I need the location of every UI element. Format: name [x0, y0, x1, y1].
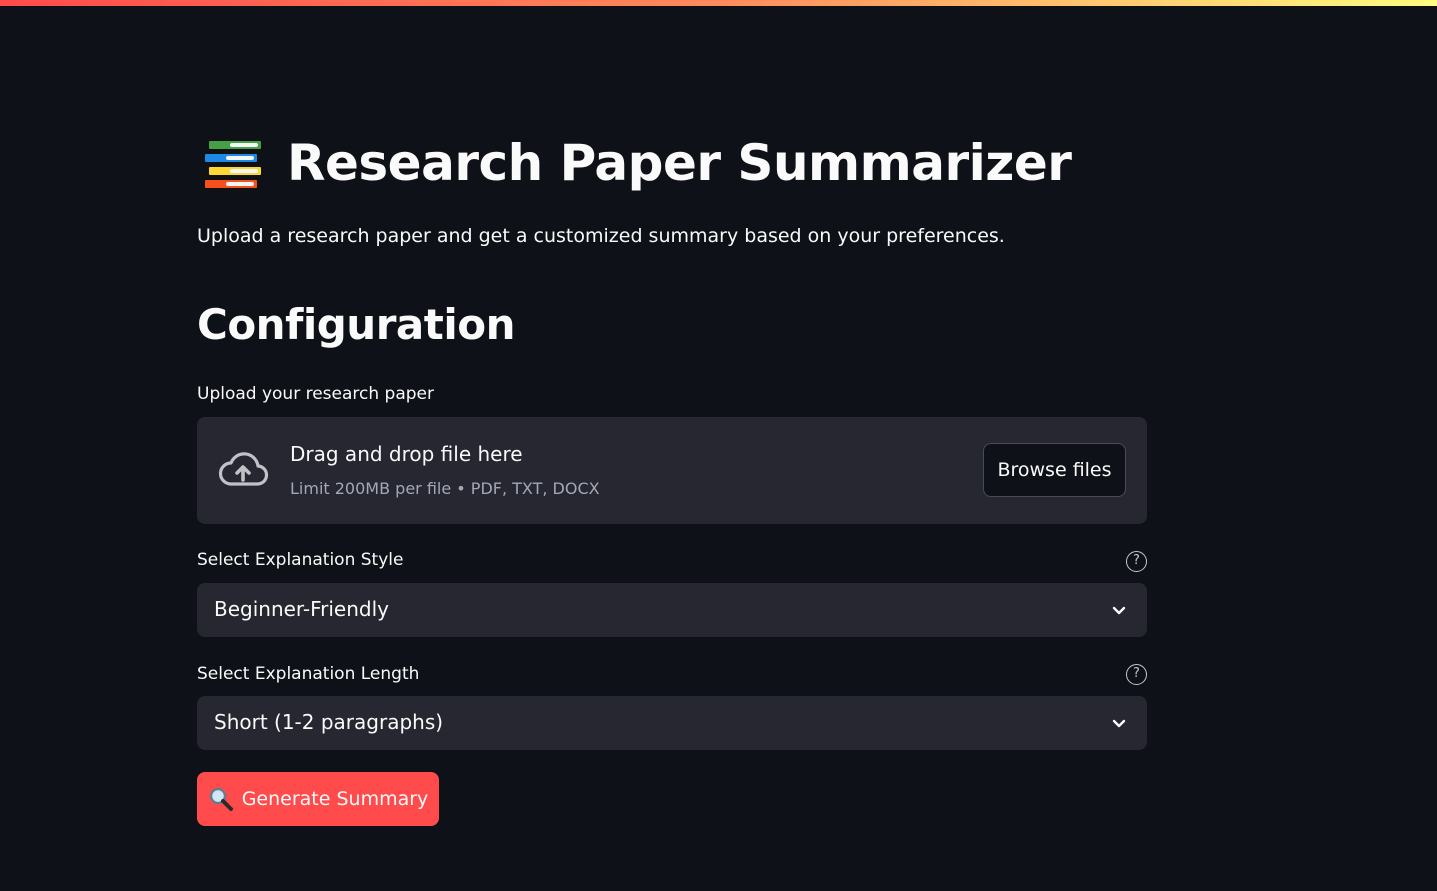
file-limit-text: Limit 200MB per file • PDF, TXT, DOCX	[290, 479, 600, 498]
generate-summary-button[interactable]: Generate Summary	[197, 772, 439, 826]
chevron-down-icon	[1112, 606, 1126, 615]
magnifier-icon	[209, 787, 233, 811]
help-icon[interactable]: ?	[1126, 664, 1147, 685]
style-select-label: Select Explanation Style	[197, 550, 404, 570]
help-icon[interactable]: ?	[1126, 551, 1147, 572]
generate-summary-label: Generate Summary	[241, 788, 429, 810]
length-select-label: Select Explanation Length	[197, 664, 420, 684]
uploader-label: Upload your research paper	[197, 384, 434, 404]
browse-files-button[interactable]: Browse files	[983, 443, 1126, 497]
chevron-down-icon	[1112, 719, 1126, 728]
config-heading: Configuration	[197, 300, 516, 349]
drag-drop-text: Drag and drop file here	[290, 442, 523, 466]
explanation-length-select[interactable]: Short (1-2 paragraphs)	[197, 696, 1147, 750]
page-subtitle: Upload a research paper and get a custom…	[197, 225, 1005, 247]
cloud-upload-icon	[218, 452, 269, 486]
style-select-value: Beginner-Friendly	[214, 597, 389, 621]
top-decoration-bar	[0, 0, 1437, 6]
file-uploader-dropzone[interactable]: Drag and drop file here Limit 200MB per …	[197, 417, 1147, 524]
length-select-value: Short (1-2 paragraphs)	[214, 710, 444, 734]
books-icon	[203, 133, 263, 193]
title-row: Research Paper Summarizer	[203, 133, 1072, 193]
page-title: Research Paper Summarizer	[287, 134, 1072, 192]
explanation-style-select[interactable]: Beginner-Friendly	[197, 583, 1147, 637]
